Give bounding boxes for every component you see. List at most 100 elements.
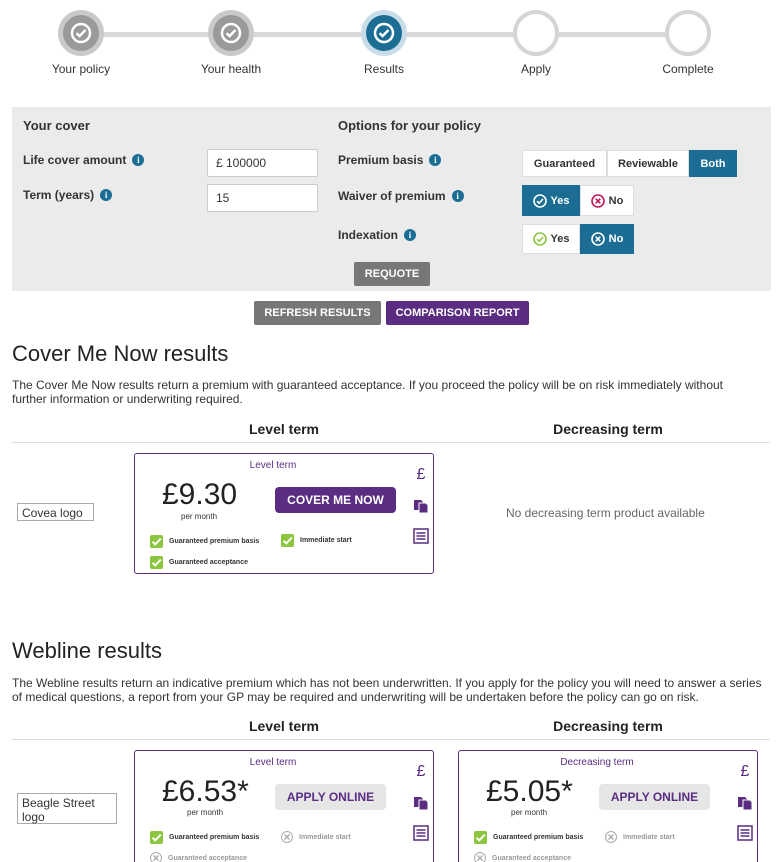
indexation-yes[interactable]: Yes [522,224,580,254]
cover-me-now-button[interactable]: COVER ME NOW [275,487,396,513]
card-per-month: per month [187,808,224,817]
card-type: Level term [249,460,297,471]
apply-online-button[interactable]: APPLY ONLINE [599,784,710,810]
cover-me-now-title: Cover Me Now results [12,341,229,366]
feature-item: Guaranteed premium basis [150,535,259,548]
check-circle-icon [532,232,547,246]
level-term-heading: Level term [248,421,320,437]
documents-icon[interactable] [413,498,429,514]
feature-item: Guaranteed premium basis [150,831,259,844]
pound-icon[interactable]: £ [417,466,426,484]
feature-item: Guaranteed acceptance [150,556,248,569]
feature-text: Guaranteed premium basis [493,834,584,841]
waiver-yes[interactable]: Yes [522,185,580,216]
refresh-results-button[interactable]: REFRESH RESULTS [254,301,381,325]
card-type: Decreasing term [560,757,634,768]
premium-basis-reviewable[interactable]: Reviewable [607,150,689,177]
waiver-label-text: Waiver of premium [338,189,446,203]
x-icon [605,831,617,843]
beagle-street-logo: Beagle Street logo [17,793,117,824]
info-icon[interactable]: i [100,189,113,201]
premium-basis-both[interactable]: Both [689,150,737,177]
indexation-toggle: Yes No [522,224,634,254]
pound-icon[interactable]: £ [741,763,750,781]
step-current-icon [361,10,407,56]
life-cover-label: Life cover amount i [23,153,145,167]
waiver-no[interactable]: No [580,185,634,216]
divider [12,739,770,740]
info-icon[interactable]: i [429,154,442,166]
step-your-health[interactable]: Your health [171,10,291,76]
apply-online-button[interactable]: APPLY ONLINE [275,784,386,810]
feature-text: Guaranteed acceptance [492,854,571,862]
indexation-label: Indexation i [338,228,417,242]
cover-options-panel: Your cover Life cover amount i £ 100000 … [12,107,771,291]
feature-item: Guaranteed premium basis [474,831,583,844]
level-term-heading: Level term [248,718,320,734]
documents-icon[interactable] [413,795,429,811]
step-pending-icon [665,10,711,56]
cover-me-now-level-card: Level term £9.30 per month COVER ME NOW … [134,453,434,574]
feature-text: Immediate start [300,537,352,544]
pound-icon[interactable]: £ [417,763,426,781]
x-circle-icon [590,193,605,208]
waiver-yes-text: Yes [550,194,570,207]
feature-item-unavailable: Immediate start [281,831,351,843]
options-heading: Options for your policy [338,118,482,133]
decreasing-term-heading: Decreasing term [553,421,663,437]
feature-text: Immediate start [623,833,675,841]
info-icon[interactable]: i [451,190,464,202]
indexation-no[interactable]: No [580,224,634,254]
card-type: Level term [249,757,297,768]
step-done-icon [208,10,254,56]
comparison-report-button[interactable]: COMPARISON REPORT [386,301,529,325]
card-per-month: per month [511,808,548,817]
tick-icon [281,534,294,547]
webline-decreasing-card: Decreasing term £5.05* per month APPLY O… [458,750,758,862]
premium-basis-label-text: Premium basis [338,153,424,167]
list-icon[interactable] [413,528,429,544]
feature-item-unavailable: Immediate start [605,831,675,843]
x-icon [150,852,162,862]
cover-me-now-description: The Cover Me Now results return a premiu… [12,378,723,406]
life-cover-input[interactable]: £ 100000 [207,149,318,177]
premium-basis-toggle: Guaranteed Reviewable Both [522,150,737,177]
feature-text: Immediate start [299,833,351,841]
info-icon[interactable]: i [404,229,417,241]
info-icon[interactable]: i [132,154,145,166]
card-side-icons: £ [737,763,753,841]
premium-basis-label: Premium basis i [338,153,442,167]
tick-icon [474,831,487,844]
webline-level-card: Level term £6.53* per month APPLY ONLINE… [134,750,434,862]
term-label: Term (years) i [23,188,113,202]
feature-text: Guaranteed premium basis [169,834,260,841]
term-label-text: Term (years) [23,188,95,202]
card-per-month: per month [181,512,218,521]
life-cover-label-text: Life cover amount [23,153,127,167]
waiver-label: Waiver of premium i [338,189,464,203]
documents-icon[interactable] [737,795,753,811]
tick-icon [150,535,163,548]
indexation-label-text: Indexation [338,228,399,242]
step-your-policy[interactable]: Your policy [21,10,141,76]
no-decreasing-message: No decreasing term product available [506,506,705,520]
progress-tracker: Your policy Your health Results Apply Co… [0,0,784,90]
step-done-icon [58,10,104,56]
step-label: Complete [662,62,714,76]
term-input[interactable]: 15 [207,184,318,212]
list-icon[interactable] [413,825,429,841]
list-icon[interactable] [737,825,753,841]
premium-basis-guaranteed[interactable]: Guaranteed [522,150,607,177]
covea-logo: Covea logo [17,503,94,521]
step-complete: Complete [628,10,748,76]
waiver-toggle: Yes No [522,185,634,216]
feature-text: Guaranteed premium basis [169,538,260,545]
card-price: £6.53* [162,775,249,808]
requote-button[interactable]: REQUOTE [354,262,430,286]
your-cover-heading: Your cover [23,118,90,133]
feature-item-unavailable: Guaranteed acceptance [474,852,571,862]
step-label: Your policy [51,62,111,76]
x-circle-icon [590,232,605,246]
feature-item: Immediate start [281,534,352,547]
tick-icon [150,556,163,569]
